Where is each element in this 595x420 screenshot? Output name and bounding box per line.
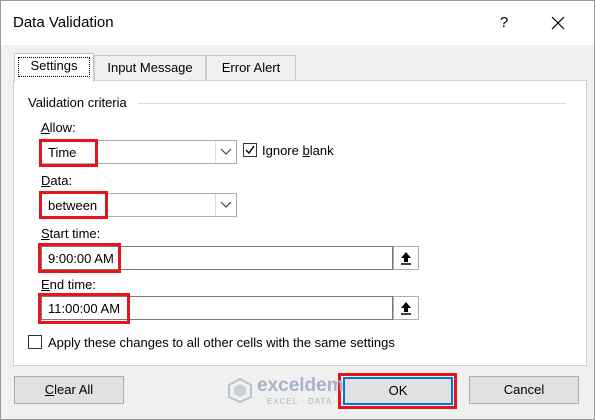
chevron-down-icon [220,148,232,155]
apply-all-checkbox[interactable] [28,335,42,349]
cancel-label: Cancel [503,382,545,397]
allow-select[interactable]: Time [41,140,237,164]
help-icon: ? [499,14,509,31]
data-validation-dialog: Data Validation ? Settings Input Message… [0,0,595,420]
close-icon [551,16,565,30]
clear-all-button[interactable]: Clear All [14,376,124,404]
tab-error-alert[interactable]: Error Alert [206,55,296,81]
end-time-label: End time: [41,277,96,292]
range-select-icon [401,302,411,315]
settings-panel: Validation criteria Allow: Time Ignore b… [13,80,587,366]
watermark-tagline: EXCEL · DATA · BI [267,397,352,406]
close-button[interactable] [541,9,575,37]
end-time-value: 11:00:00 AM [48,301,121,316]
ignore-blank-label: Ignore blank [262,143,334,158]
checkmark-icon [245,145,255,155]
tab-focus-outline [18,57,90,77]
exceldemy-logo-icon [228,377,252,403]
end-time-collapse-button[interactable] [393,296,419,320]
start-time-value: 9:00:00 AM [48,251,114,266]
watermark-name: exceldemy [257,375,355,396]
tab-input-message[interactable]: Input Message [94,55,206,81]
group-divider [138,103,566,104]
ok-label: OK [388,383,408,398]
ignore-blank-checkbox[interactable] [243,143,257,157]
tab-error-alert-label: Error Alert [221,60,281,75]
title-bar: Data Validation ? [1,1,594,45]
end-time-input[interactable]: 11:00:00 AM [41,296,393,320]
help-button[interactable]: ? [489,9,519,37]
allow-dropdown-button[interactable] [215,141,236,163]
allow-label: Allow: [41,120,76,135]
clear-all-label: Clear All [44,382,94,397]
dialog-title: Data Validation [13,14,114,31]
tab-settings[interactable]: Settings [14,53,94,82]
start-time-input[interactable]: 9:00:00 AM [41,246,393,270]
data-select[interactable]: between [41,193,237,217]
data-label: Data: [41,173,73,188]
apply-all-label: Apply these changes to all other cells w… [48,335,395,350]
range-select-icon [401,252,411,265]
ok-button[interactable]: OK [343,377,453,405]
cancel-button[interactable]: Cancel [469,376,579,404]
validation-criteria-title: Validation criteria [28,95,133,110]
start-time-label: Start time: [41,226,101,241]
start-time-collapse-button[interactable] [393,246,419,270]
allow-select-value: Time [48,145,77,160]
chevron-down-icon [220,201,232,208]
data-dropdown-button[interactable] [215,194,236,216]
data-select-value: between [48,198,98,213]
tab-input-message-label: Input Message [107,60,193,75]
